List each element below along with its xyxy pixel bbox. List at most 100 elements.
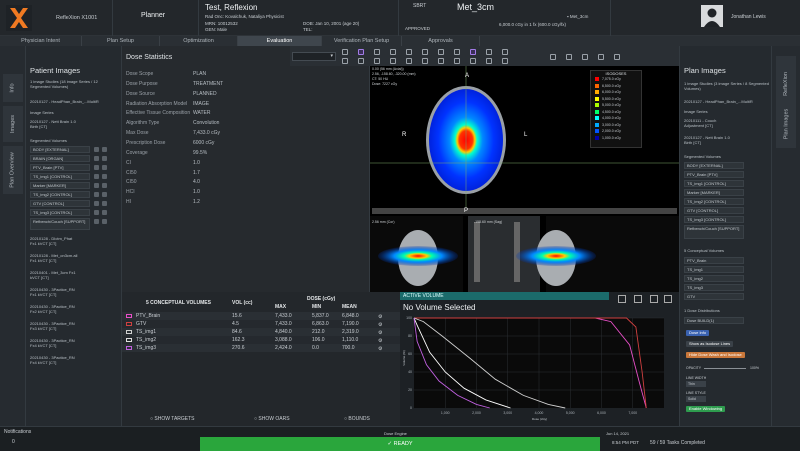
rail-tab-images[interactable]: Images (3, 106, 23, 142)
study-item[interactable]: 20210127 - HeadPhan_Brain_...MultiR (684, 99, 772, 104)
tool-icon[interactable] (566, 54, 572, 60)
isodose-row[interactable]: 1,000.0 cGy (591, 135, 641, 142)
tool-icon[interactable] (486, 49, 492, 55)
tool-icon[interactable] (438, 49, 444, 55)
study-item[interactable]: 20210127 - HeadPhan_Brain_...MultiR (30, 99, 118, 104)
chart-icon[interactable] (618, 295, 626, 303)
tool-icon[interactable] (342, 49, 348, 55)
line-width-select[interactable]: Thin (686, 381, 706, 387)
options-icon[interactable] (102, 165, 107, 170)
tool-icon[interactable] (422, 49, 428, 55)
tool-icon[interactable] (390, 49, 396, 55)
tool-icon[interactable] (454, 49, 460, 55)
tool-icon[interactable] (550, 54, 556, 60)
segment-row[interactable]: Refbench/Couch [SUPPORT] (684, 225, 744, 239)
tool-icon[interactable] (614, 54, 620, 60)
segment-row[interactable]: TS_img2 [CONTROL] (30, 191, 90, 198)
tool-icon[interactable] (470, 49, 476, 55)
conceptual-row[interactable]: GTV (684, 293, 744, 300)
series-item[interactable]: 20210127 - Nett Brain 1.0 Birth [CT] (684, 135, 734, 145)
tool-icon[interactable] (358, 58, 364, 64)
series-item[interactable]: 20210430 - 3Pactice_RN Fx4 kVCT [CT] (30, 355, 80, 365)
volume-row[interactable]: PTV_Brain 15.6 7,433.0 5,837.0 6,848.0 ⚙ (122, 312, 400, 320)
volume-row[interactable]: TS_img1 84.6 4,840.0 212.0 2,319.0 ⚙ (122, 328, 400, 336)
rail-tab-plan-images[interactable]: Plan Images (776, 100, 796, 148)
series-item[interactable]: 20210430 - 3Pactice_RN Fx4 kVCT [CT] (30, 338, 80, 348)
series-item[interactable]: 20210430 - 3Pactice_RN Fx3 kVCT [CT] (30, 321, 80, 331)
visibility-icon[interactable] (94, 174, 99, 179)
tab-evaluation[interactable]: Evaluation (238, 36, 322, 46)
visibility-icon[interactable] (94, 156, 99, 161)
options-icon[interactable] (102, 192, 107, 197)
dvh-chart[interactable]: 1,000 2,000 3,000 4,000 5,000 6,000 7,000 0 20 4… (400, 314, 679, 426)
volume-row[interactable]: TS_img3 270.6 2,424.0 0.0 700.0 ⚙ (122, 344, 400, 352)
hide-dose-wash-button[interactable]: Hide Dose Wash and Isodose (686, 352, 745, 358)
tool-icon[interactable] (454, 58, 460, 64)
tab-verification-plan-setup[interactable]: Verification Plan Setup (322, 36, 402, 46)
layout-dropdown[interactable]: ▾ (292, 52, 336, 61)
conceptual-row[interactable]: TS_img2 (684, 275, 744, 282)
rail-tab-plan-overview[interactable]: Plan Overview (3, 146, 23, 194)
fullscreen-icon[interactable] (664, 295, 672, 303)
series-item[interactable]: 20210430 - 3Pactice_RN Fx1 kVCT [CT] (30, 287, 80, 297)
volume-row[interactable]: GTV 4.5 7,433.0 6,863.0 7,190.0 ⚙ (122, 320, 400, 328)
series-item[interactable]: 20210128 - Met_on3cm.all Fx1 kVCT [CT] (30, 253, 80, 263)
series-item[interactable]: 20210128 - DIctm_Phat Fx1 kVCT [CT] (30, 236, 80, 246)
rail-tab-info[interactable]: Info (3, 74, 23, 102)
options-icon[interactable] (102, 219, 107, 224)
options-icon[interactable] (102, 147, 107, 152)
options-icon[interactable] (102, 156, 107, 161)
tool-icon[interactable] (582, 54, 588, 60)
segment-row[interactable]: TS_img1 [CONTROL] (684, 180, 744, 187)
chart-icon[interactable] (634, 295, 642, 303)
segment-row[interactable]: TS_img3 [CONTROL] (684, 216, 744, 223)
tool-icon[interactable] (406, 58, 412, 64)
settings-icon[interactable]: ⚙ (378, 345, 382, 353)
visibility-icon[interactable] (94, 183, 99, 188)
line-style-select[interactable]: Solid (686, 396, 706, 402)
options-icon[interactable] (102, 183, 107, 188)
opacity-slider[interactable] (704, 368, 746, 369)
segment-row[interactable]: GTV [CONTROL] (30, 200, 90, 207)
conceptual-row[interactable]: TS_img3 (684, 284, 744, 291)
segment-row[interactable]: TS_img1 [CONTROL] (30, 173, 90, 180)
visibility-icon[interactable] (94, 165, 99, 170)
options-icon[interactable] (102, 201, 107, 206)
tool-icon[interactable] (358, 49, 364, 55)
bounds-button[interactable]: ○ BOUNDS (344, 416, 370, 422)
tool-icon[interactable] (598, 54, 604, 60)
isodose-lines-button[interactable]: Show as Isodose Lines (686, 341, 734, 347)
segment-row[interactable]: GTV [CONTROL] (684, 207, 744, 214)
tool-icon[interactable] (374, 58, 380, 64)
tab-plan-setup[interactable]: Plan Setup (82, 36, 160, 46)
tab-optimization[interactable]: Optimization (160, 36, 238, 46)
conceptual-row[interactable]: PTV_Brain (684, 257, 744, 264)
grid-icon[interactable] (650, 295, 658, 303)
segment-row[interactable]: TS_img3 [CONTROL] (30, 209, 90, 216)
segment-row[interactable]: BODY [EXTERNAL] (684, 162, 744, 169)
tool-icon[interactable] (390, 58, 396, 64)
visibility-icon[interactable] (94, 147, 99, 152)
tool-icon[interactable] (486, 58, 492, 64)
show-oars-button[interactable]: ○ SHOW OARS (254, 416, 290, 422)
tool-icon[interactable] (438, 58, 444, 64)
series-item[interactable]: 20210127 - Nett Brain 1.0 Birth [CT] (30, 119, 80, 129)
tool-icon[interactable] (342, 58, 348, 64)
dose-info-button[interactable]: Dose Info (686, 330, 710, 336)
segment-row[interactable]: Marker [MARKER] (684, 189, 744, 196)
visibility-icon[interactable] (94, 219, 99, 224)
series-item[interactable]: 20210401 - Met_3cm Fx1 kVCT [CT] (30, 270, 80, 280)
visibility-icon[interactable] (94, 210, 99, 215)
tab-approvals[interactable]: Approvals (402, 36, 480, 46)
options-icon[interactable] (102, 210, 107, 215)
notifications-label[interactable]: Notifications (4, 429, 31, 435)
tab-physician-intent[interactable]: Physician Intent (0, 36, 82, 46)
series-item[interactable]: 20210111 - Couch Adjustment [CT] (684, 118, 734, 128)
visibility-icon[interactable] (94, 192, 99, 197)
tool-icon[interactable] (502, 58, 508, 64)
segment-row[interactable]: Refbench/Couch [SUPPORT] (30, 218, 90, 230)
options-icon[interactable] (102, 174, 107, 179)
volume-row[interactable]: TS_img2 162.3 3,088.0 106.0 1,110.0 ⚙ (122, 336, 400, 344)
conceptual-row[interactable]: TS_img1 (684, 266, 744, 273)
series-item[interactable]: 20210430 - 3Pactice_RN Fx2 kVCT [CT] (30, 304, 80, 314)
